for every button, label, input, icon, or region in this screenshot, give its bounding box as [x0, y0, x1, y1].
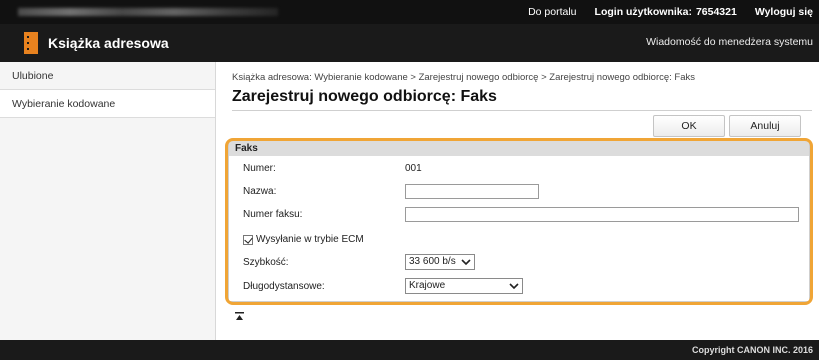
blurred-device-name	[18, 8, 278, 16]
ecm-checkbox[interactable]	[243, 235, 253, 245]
footer: Copyright CANON INC. 2016	[0, 340, 819, 360]
title-divider	[232, 110, 812, 111]
chevron-down-icon	[509, 283, 519, 290]
cancel-button[interactable]: Anuluj	[729, 115, 801, 137]
fax-number-input[interactable]	[405, 207, 799, 222]
sidebar-item-coded-dial[interactable]: Wybieranie kodowane	[0, 90, 215, 118]
address-book-icon	[24, 32, 38, 54]
sidebar: Ulubione Wybieranie kodowane	[0, 62, 216, 340]
main-content: Książka adresowa: Wybieranie kodowane > …	[216, 62, 819, 340]
speed-label: Szybkość:	[243, 257, 289, 268]
long-distance-label: Długodystansowe:	[243, 281, 325, 292]
speed-value: 33 600 b/s	[409, 256, 456, 267]
number-value: 001	[405, 163, 422, 174]
sidebar-item-label: Wybieranie kodowane	[12, 98, 116, 110]
page-title: Zarejestruj nowego odbiorcę: Faks	[232, 88, 497, 105]
breadcrumb: Książka adresowa: Wybieranie kodowane > …	[232, 72, 696, 83]
login-label: Login użytkownika:	[594, 6, 692, 18]
top-bar: Do portalu Login użytkownika: 7654321 Wyl…	[0, 0, 819, 24]
message-to-admin-link[interactable]: Wiadomość do menedżera systemu	[646, 36, 813, 48]
section-title: Faks	[229, 141, 809, 156]
logout-link[interactable]: Wyloguj się	[755, 6, 813, 18]
portal-link[interactable]: Do portalu	[528, 6, 576, 18]
login-value: 7654321	[695, 6, 737, 18]
sidebar-item-favorites[interactable]: Ulubione	[0, 62, 215, 90]
sidebar-item-label: Ulubione	[12, 70, 54, 82]
top-links: Do portalu Login użytkownika: 7654321 Wyl…	[528, 0, 813, 24]
login-info: Login użytkownika: 7654321	[595, 6, 737, 18]
number-label: Numer:	[243, 163, 276, 174]
chevron-down-icon	[461, 259, 471, 266]
back-to-top-icon[interactable]	[235, 312, 244, 321]
name-input[interactable]	[405, 184, 539, 199]
long-distance-value: Krajowe	[409, 280, 446, 291]
long-distance-select[interactable]: Krajowe	[405, 278, 523, 294]
ok-button[interactable]: OK	[653, 115, 725, 137]
app-title: Książka adresowa	[48, 35, 169, 51]
fax-number-label: Numer faksu:	[243, 209, 303, 220]
ecm-label: Wysyłanie w trybie ECM	[256, 234, 364, 245]
fax-section: Faks Numer: 001 Nazwa: Numer faksu: Wysy…	[228, 140, 810, 302]
app-header: Książka adresowa Wiadomość do menedżera …	[0, 24, 819, 62]
name-label: Nazwa:	[243, 186, 277, 197]
speed-select[interactable]: 33 600 b/s	[405, 254, 475, 270]
